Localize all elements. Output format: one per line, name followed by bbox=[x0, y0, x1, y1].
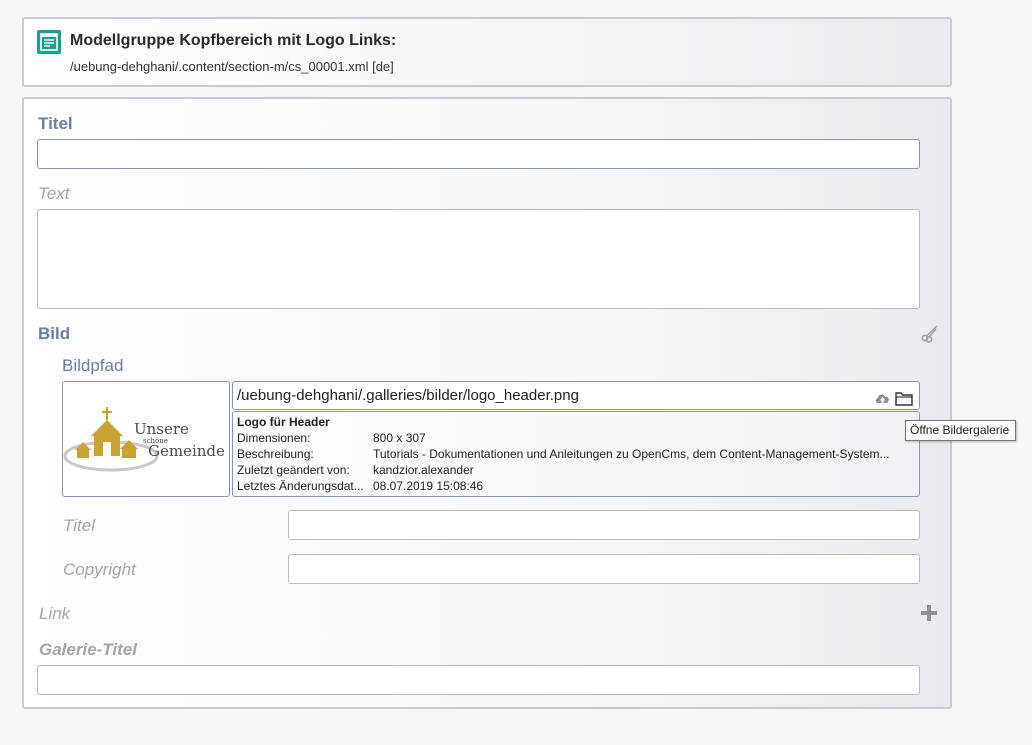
info-key: Letztes Änderungsdat... bbox=[237, 479, 364, 493]
info-row: Dimensionen: 800 x 307 bbox=[237, 431, 915, 447]
info-row: Zuletzt geändert von: kandzior.alexander bbox=[237, 463, 915, 479]
info-value: 08.07.2019 15:08:46 bbox=[373, 479, 484, 493]
bildpfad-label: Bildpfad bbox=[62, 356, 124, 375]
image-info-title: Logo für Header bbox=[237, 415, 330, 429]
logo-image: Unsere schöne Gemeinde bbox=[63, 407, 225, 472]
info-value: Tutorials - Dokumentationen und Anleitun… bbox=[373, 447, 890, 461]
header-title: Modellgruppe Kopfbereich mit Logo Links: bbox=[70, 32, 397, 49]
copyright-input[interactable] bbox=[288, 554, 920, 584]
info-key: Beschreibung: bbox=[237, 447, 314, 461]
galerie-titel-input[interactable] bbox=[37, 665, 920, 695]
image-info-panel: Logo für Header Dimensionen: 800 x 307 Be… bbox=[232, 411, 920, 497]
header-path: /uebung-dehghani/.content/section-m/cs_0… bbox=[70, 59, 394, 74]
info-key: Zuletzt geändert von: bbox=[237, 463, 350, 477]
info-row: Beschreibung: Tutorials - Dokumentationen… bbox=[237, 447, 915, 463]
bild-label: Bild bbox=[38, 324, 71, 343]
info-value: kandzior.alexander bbox=[373, 463, 474, 477]
copyright-label: Copyright bbox=[63, 560, 136, 579]
info-row: Letztes Änderungsdat... 08.07.2019 15:08:… bbox=[237, 479, 915, 495]
bild-titel-input[interactable] bbox=[288, 510, 920, 540]
image-thumbnail[interactable]: Unsere schöne Gemeinde bbox=[62, 381, 230, 497]
titel-label: Titel bbox=[38, 114, 73, 133]
text-textarea[interactable] bbox=[37, 209, 920, 309]
titel-input[interactable] bbox=[37, 139, 920, 169]
text-label: Text bbox=[38, 184, 70, 203]
galerie-titel-label: Galerie-Titel bbox=[39, 640, 137, 659]
image-path-input[interactable]: /uebung-dehghani/.galleries/bilder/logo_… bbox=[232, 381, 920, 410]
gallery-tooltip: Öffne Bildergalerie bbox=[905, 420, 1016, 441]
content-icon bbox=[37, 30, 61, 54]
link-label: Link bbox=[39, 604, 71, 623]
logo-text-gemeinde: Gemeinde bbox=[148, 442, 225, 460]
scissors-icon[interactable] bbox=[920, 323, 940, 348]
bild-titel-label: Titel bbox=[63, 516, 95, 535]
content-header: Modellgruppe Kopfbereich mit Logo Links:… bbox=[22, 17, 952, 87]
logo-text-unsere: Unsere bbox=[134, 420, 189, 438]
image-path-value: /uebung-dehghani/.galleries/bilder/logo_… bbox=[237, 387, 579, 404]
info-key: Dimensionen: bbox=[237, 431, 311, 445]
plus-icon[interactable] bbox=[920, 604, 938, 627]
edit-form: Titel Text Bild Bildpfad Unsere schöne G… bbox=[22, 97, 952, 709]
info-value: 800 x 307 bbox=[373, 431, 426, 445]
